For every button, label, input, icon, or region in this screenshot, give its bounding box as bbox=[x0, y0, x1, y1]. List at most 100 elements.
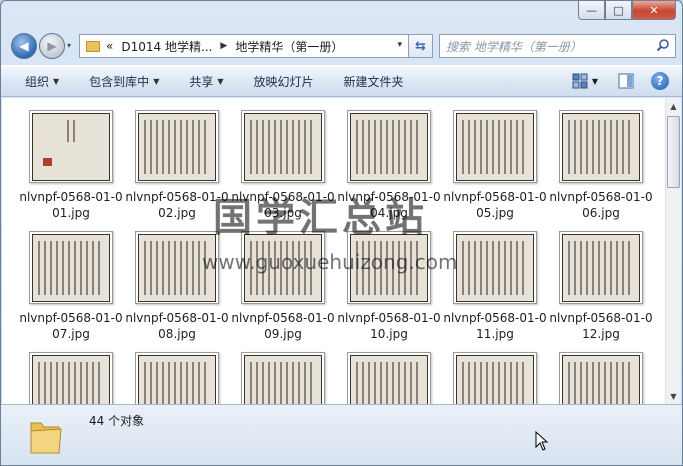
manuscript-text bbox=[144, 240, 210, 295]
image-thumbnail bbox=[241, 352, 325, 404]
search-input[interactable]: 搜索 地学精华（第一册） bbox=[439, 34, 676, 58]
back-button[interactable]: ◀ bbox=[11, 33, 37, 59]
breadcrumb-item[interactable]: 地学精华（第一册） bbox=[235, 38, 343, 55]
address-bar[interactable]: « D1014 地学精... ▶ 地学精华（第一册） ▾ bbox=[79, 34, 409, 58]
chevron-down-icon: ▼ bbox=[217, 76, 224, 86]
maximize-button[interactable]: □ bbox=[605, 1, 632, 20]
window-controls: — □ ✕ bbox=[578, 1, 676, 21]
watermark-title: 国学汇总站 bbox=[213, 196, 429, 241]
help-button[interactable]: ? bbox=[650, 70, 670, 92]
manuscript-text bbox=[144, 362, 210, 404]
new-folder-button[interactable]: 新建文件夹 bbox=[332, 69, 416, 93]
image-thumbnail bbox=[559, 110, 643, 183]
manuscript-text bbox=[568, 119, 634, 174]
manuscript-text bbox=[38, 362, 104, 404]
manuscript-page bbox=[32, 112, 110, 181]
manuscript-page bbox=[562, 112, 640, 181]
image-thumbnail bbox=[29, 110, 113, 183]
search-placeholder: 搜索 地学精华（第一册） bbox=[446, 39, 582, 54]
file-item[interactable]: nlvnpf-0568-01-012.jpg bbox=[548, 231, 654, 342]
file-item[interactable]: nlvnpf-0568-01-011.jpg bbox=[442, 231, 548, 342]
file-item[interactable] bbox=[548, 352, 654, 404]
include-in-library-label: 包含到库中 bbox=[89, 74, 150, 89]
file-item[interactable]: nlvnpf-0568-01-009.jpg bbox=[230, 231, 336, 342]
manuscript-text bbox=[356, 362, 422, 404]
file-name: nlvnpf-0568-01-005.jpg bbox=[443, 190, 547, 220]
file-item[interactable]: nlvnpf-0568-01-001.jpg bbox=[18, 110, 124, 221]
manuscript-page bbox=[456, 233, 534, 302]
manuscript-text bbox=[462, 240, 528, 295]
manuscript-page bbox=[350, 355, 428, 404]
arrow-left-icon: ◀ bbox=[19, 39, 29, 53]
search-icon[interactable] bbox=[656, 38, 670, 52]
manuscript-text bbox=[462, 119, 528, 174]
file-name: nlvnpf-0568-01-012.jpg bbox=[549, 311, 653, 341]
scroll-down-button[interactable]: ▼ bbox=[666, 388, 681, 404]
file-item[interactable] bbox=[18, 352, 124, 404]
file-item[interactable] bbox=[230, 352, 336, 404]
share-button[interactable]: 共享 ▼ bbox=[177, 69, 235, 93]
address-dropdown-button[interactable]: ▾ bbox=[397, 40, 402, 50]
recent-pages-dropdown[interactable]: ▾ bbox=[67, 41, 71, 50]
scroll-up-button[interactable]: ▲ bbox=[666, 98, 681, 114]
image-thumbnail bbox=[453, 352, 537, 404]
slideshow-label: 放映幻灯片 bbox=[253, 74, 314, 89]
explorer-window: — □ ✕ ◀ ▶ ▾ « D1014 地学精... ▶ 地学精华（第一册） ▾… bbox=[0, 0, 683, 466]
file-item[interactable]: nlvnpf-0568-01-005.jpg bbox=[442, 110, 548, 221]
path-overflow-button[interactable]: « bbox=[106, 39, 113, 53]
image-thumbnail bbox=[29, 231, 113, 304]
preview-pane-icon bbox=[618, 73, 634, 89]
manuscript-page bbox=[350, 112, 428, 181]
file-item[interactable] bbox=[336, 352, 442, 404]
image-thumbnail bbox=[453, 231, 537, 304]
organize-button[interactable]: 组织 ▼ bbox=[13, 69, 71, 93]
manuscript-text bbox=[38, 240, 104, 295]
file-item[interactable] bbox=[442, 352, 548, 404]
vertical-scrollbar[interactable]: ▲ ▼ bbox=[665, 98, 681, 404]
chevron-right-icon[interactable]: ▶ bbox=[220, 41, 227, 51]
folder-icon bbox=[86, 40, 100, 52]
file-item[interactable]: nlvnpf-0568-01-008.jpg bbox=[124, 231, 230, 342]
forward-button[interactable]: ▶ bbox=[39, 33, 65, 59]
manuscript-page bbox=[32, 233, 110, 302]
file-item[interactable] bbox=[124, 352, 230, 404]
share-label: 共享 bbox=[189, 74, 214, 89]
file-item[interactable]: nlvnpf-0568-01-010.jpg bbox=[336, 231, 442, 342]
organize-label: 组织 bbox=[25, 74, 50, 89]
slideshow-button[interactable]: 放映幻灯片 bbox=[242, 69, 326, 93]
view-icon bbox=[572, 73, 588, 89]
image-thumbnail bbox=[241, 110, 325, 183]
file-item[interactable]: nlvnpf-0568-01-006.jpg bbox=[548, 110, 654, 221]
close-button[interactable]: ✕ bbox=[632, 1, 676, 20]
preview-pane-button[interactable] bbox=[616, 70, 636, 92]
help-icon: ? bbox=[651, 72, 669, 90]
file-item[interactable]: nlvnpf-0568-01-007.jpg bbox=[18, 231, 124, 342]
image-thumbnail bbox=[29, 352, 113, 404]
manuscript-page bbox=[244, 355, 322, 404]
file-name: nlvnpf-0568-01-001.jpg bbox=[19, 190, 123, 220]
scrollbar-thumb[interactable] bbox=[667, 116, 680, 188]
command-bar: 组织 ▼ 包含到库中 ▼ 共享 ▼ 放映幻灯片 新建文件夹 ▼ ? bbox=[1, 65, 682, 97]
manuscript-page bbox=[562, 355, 640, 404]
manuscript-page bbox=[456, 355, 534, 404]
refresh-button[interactable]: ⇆ bbox=[409, 34, 433, 58]
details-pane: 44 个对象 bbox=[1, 404, 682, 465]
change-view-button[interactable]: ▼ bbox=[568, 70, 602, 92]
minimize-button[interactable]: — bbox=[578, 1, 605, 20]
file-name: nlvnpf-0568-01-011.jpg bbox=[443, 311, 547, 341]
manuscript-page bbox=[562, 233, 640, 302]
breadcrumb-item[interactable]: D1014 地学精... bbox=[121, 38, 212, 55]
item-count: 44 个对象 bbox=[89, 414, 145, 428]
navigation-bar: ◀ ▶ ▾ « D1014 地学精... ▶ 地学精华（第一册） ▾ ⇆ 搜索 … bbox=[9, 31, 676, 61]
chevron-down-icon: ▼ bbox=[591, 76, 599, 86]
manuscript-text bbox=[568, 362, 634, 404]
file-name: nlvnpf-0568-01-010.jpg bbox=[337, 311, 441, 341]
image-thumbnail bbox=[135, 352, 219, 404]
mouse-cursor-icon bbox=[535, 431, 549, 451]
image-thumbnail bbox=[453, 110, 537, 183]
manuscript-page bbox=[456, 112, 534, 181]
manuscript-text bbox=[250, 119, 316, 174]
manuscript-page bbox=[244, 112, 322, 181]
include-in-library-button[interactable]: 包含到库中 ▼ bbox=[77, 69, 171, 93]
file-name: nlvnpf-0568-01-007.jpg bbox=[19, 311, 123, 341]
